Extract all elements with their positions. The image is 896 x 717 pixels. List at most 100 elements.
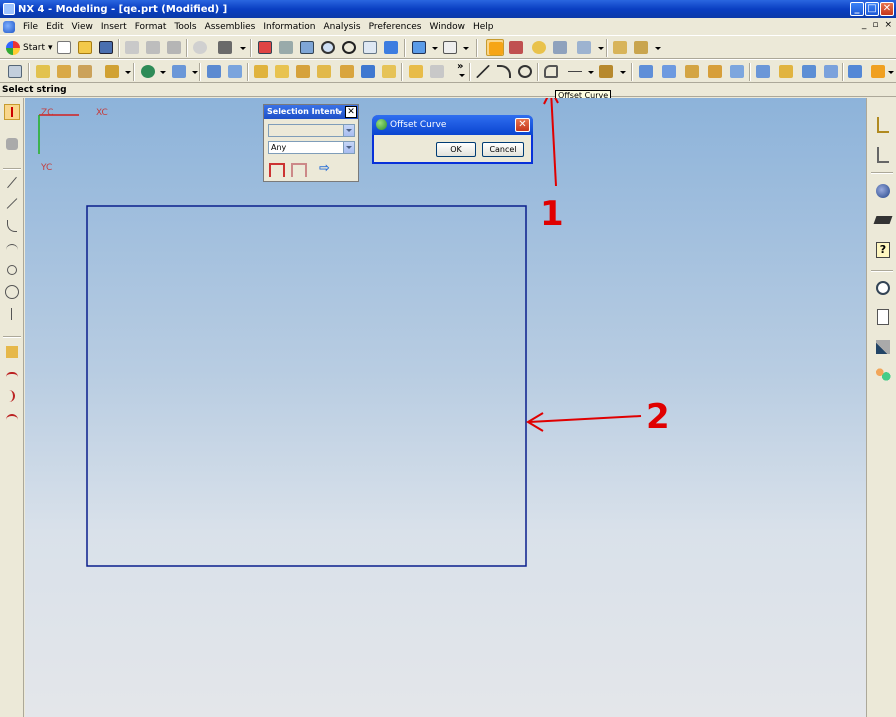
zoom-region-button[interactable] [277, 39, 295, 56]
new-file-button[interactable] [55, 39, 73, 56]
extension-button[interactable] [800, 63, 818, 80]
cut-button[interactable] [123, 39, 141, 56]
point-tool-button[interactable] [4, 104, 20, 120]
point-cross-button[interactable] [4, 306, 20, 322]
offset-curve-close-button[interactable]: ✕ [515, 118, 530, 132]
circle-2-tool-button[interactable] [4, 284, 20, 300]
menu-assemblies[interactable]: Assemblies [201, 22, 260, 32]
sketch-button[interactable] [6, 63, 24, 80]
doc-close-button[interactable]: × [884, 20, 892, 30]
menu-analysis[interactable]: Analysis [319, 22, 364, 32]
ruled-surface-button[interactable] [683, 63, 701, 80]
trim-body-button[interactable] [380, 63, 398, 80]
close-button[interactable]: ✕ [880, 2, 894, 16]
chamfer-button[interactable] [273, 63, 291, 80]
selection-intent-title-bar[interactable]: Selection Intent ▾ ✕ [264, 105, 358, 119]
filter-dropdown-button[interactable] [343, 142, 354, 153]
spline-tool-button[interactable] [4, 218, 20, 234]
offset-curve-button[interactable] [542, 63, 560, 80]
cancel-button[interactable]: Cancel [482, 142, 524, 157]
history-tab[interactable] [874, 279, 892, 297]
snap-point-button[interactable] [486, 39, 504, 56]
arc-button[interactable] [495, 63, 513, 80]
hole-button[interactable] [170, 63, 188, 80]
edit-curve-button[interactable] [4, 344, 20, 360]
stop-at-intersection-button[interactable] [291, 163, 307, 177]
pocket-button[interactable] [205, 63, 223, 80]
maximize-button[interactable]: □ [865, 2, 879, 16]
offset-face-button[interactable] [777, 63, 795, 80]
instance-button[interactable] [407, 63, 425, 80]
bounded-plane-button[interactable] [728, 63, 746, 80]
wcs-button[interactable] [551, 39, 569, 56]
part-navigator-tab[interactable] [874, 146, 892, 164]
unite-button[interactable] [139, 63, 157, 80]
curve-analysis-button[interactable] [597, 63, 615, 80]
trimmed-sheet-button[interactable] [822, 63, 840, 80]
minimize-button[interactable]: _ [850, 2, 864, 16]
menu-insert[interactable]: Insert [97, 22, 131, 32]
line-button[interactable] [474, 63, 492, 80]
menu-preferences[interactable]: Preferences [365, 22, 426, 32]
fit-button[interactable] [256, 39, 274, 56]
shell-button[interactable] [338, 63, 356, 80]
overflow-chevron[interactable]: » [457, 61, 463, 72]
arc-tool-button[interactable] [4, 240, 20, 256]
graphics-window[interactable]: ZC XC YC 1 2 [25, 98, 866, 717]
spline-button[interactable] [516, 63, 534, 80]
system-materials-tab[interactable] [874, 308, 892, 326]
edit-object-display-button[interactable] [575, 39, 593, 56]
draft-button[interactable] [315, 63, 333, 80]
line-tool-2-button[interactable] [4, 196, 20, 212]
history-palette-tab[interactable] [874, 182, 892, 200]
selection-tools-button[interactable] [216, 39, 234, 56]
basic-curves-button[interactable] [4, 136, 20, 152]
menu-edit[interactable]: Edit [42, 22, 67, 32]
training-tab[interactable] [873, 212, 893, 230]
measure-distance-button[interactable] [611, 39, 629, 56]
orient-view-button[interactable] [410, 39, 428, 56]
offset-curve-dialog-title-bar[interactable]: Offset Curve ✕ [372, 115, 533, 135]
doc-restore-button[interactable]: ▫ [872, 20, 878, 30]
menu-help[interactable]: Help [469, 22, 498, 32]
face-blend-button[interactable] [294, 63, 312, 80]
edit-arc-button[interactable] [4, 409, 20, 425]
pan-button[interactable] [361, 39, 379, 56]
thicken-button[interactable] [359, 63, 377, 80]
paste-button[interactable] [165, 39, 183, 56]
pad-button[interactable] [226, 63, 244, 80]
mirror-button[interactable] [428, 63, 446, 80]
ok-button[interactable]: OK [436, 142, 476, 157]
roles-tab[interactable] [874, 366, 892, 384]
swept-surface-button[interactable] [706, 63, 724, 80]
menu-file[interactable]: File [19, 22, 42, 32]
layout-button[interactable] [441, 39, 459, 56]
shaded-view-button[interactable] [382, 39, 400, 56]
doc-minimize-button[interactable]: _ [862, 20, 867, 30]
point-constructor-button[interactable] [507, 39, 525, 56]
start-button[interactable]: Start ▾ [6, 39, 53, 56]
undo-button[interactable] [191, 39, 209, 56]
divide-curve-button[interactable] [4, 388, 20, 404]
follow-fillet-button[interactable] [269, 163, 285, 177]
open-button[interactable] [76, 39, 94, 56]
shape-studio-button[interactable] [869, 63, 887, 80]
through-curve-mesh-button[interactable] [660, 63, 678, 80]
zoom-window-button[interactable] [298, 39, 316, 56]
process-studio-tab[interactable] [874, 338, 892, 356]
sew-button[interactable] [754, 63, 772, 80]
path-selection-button[interactable]: ⇨ [319, 162, 333, 177]
rotate-button[interactable] [340, 39, 358, 56]
save-button[interactable] [97, 39, 115, 56]
through-curves-button[interactable] [637, 63, 655, 80]
rectangle-curve[interactable] [86, 205, 527, 567]
layer-settings-button[interactable] [530, 39, 548, 56]
zoom-button[interactable] [319, 39, 337, 56]
menu-format[interactable]: Format [131, 22, 171, 32]
help-tab[interactable]: ? [874, 241, 892, 259]
menu-window[interactable]: Window [426, 22, 470, 32]
curve-rule-select[interactable] [268, 124, 355, 137]
menu-information[interactable]: Information [259, 22, 319, 32]
curve-rule-dropdown-button[interactable] [343, 125, 354, 136]
selection-intent-close-button[interactable]: ✕ [345, 106, 357, 118]
